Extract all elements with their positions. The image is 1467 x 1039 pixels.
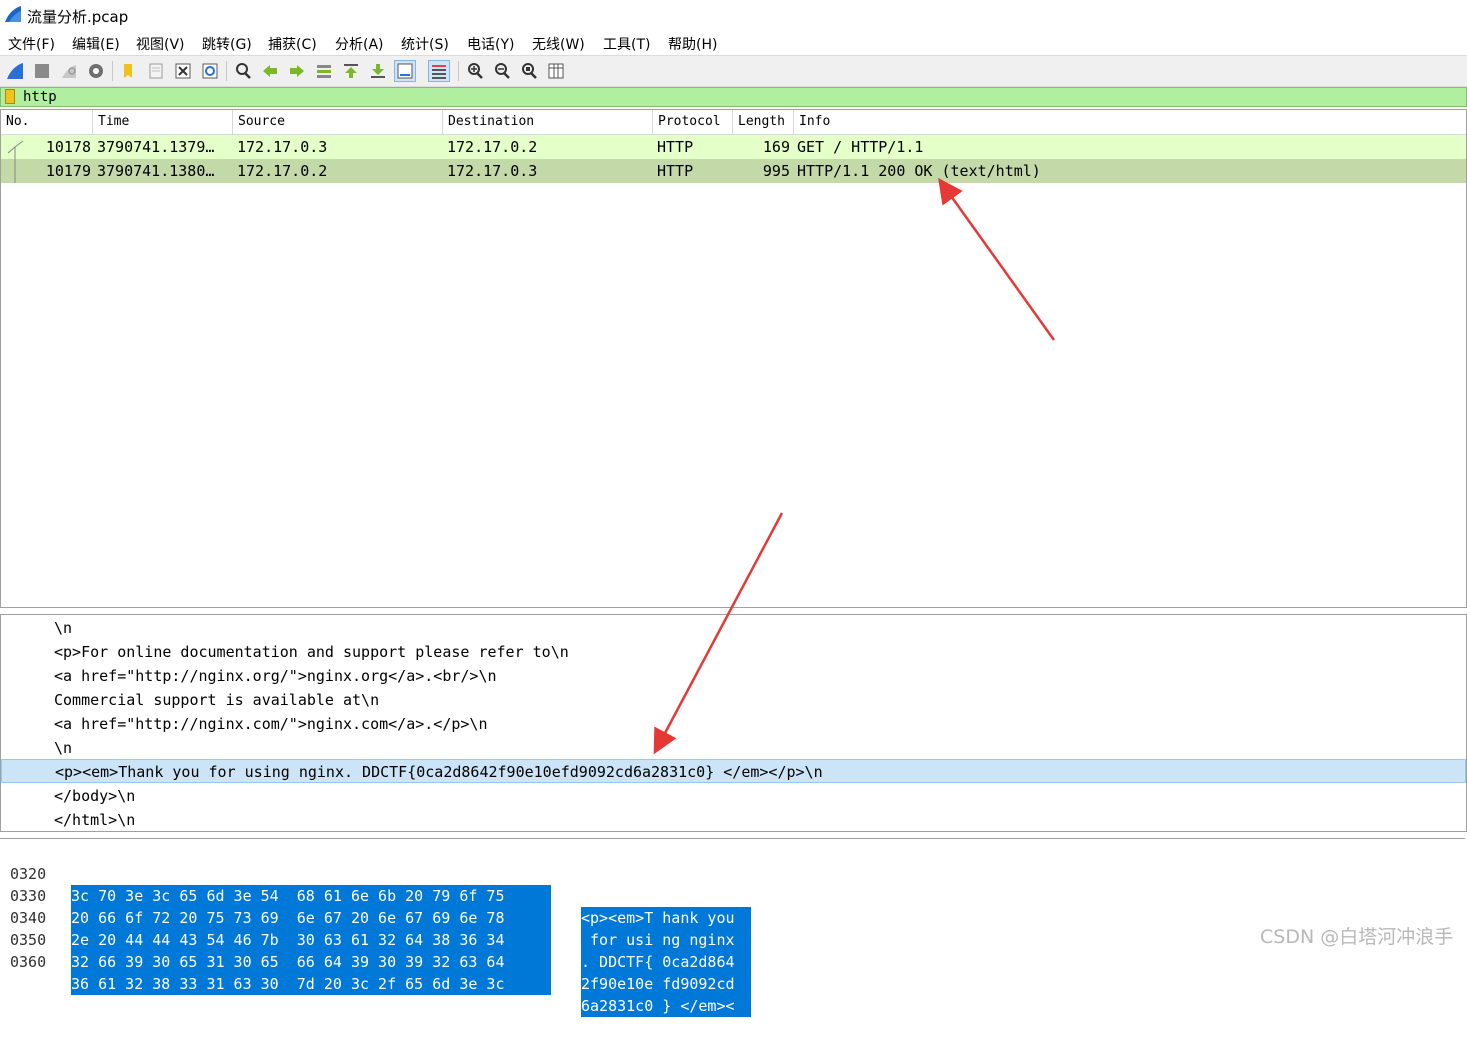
byte-offset: 0360 <box>10 953 47 971</box>
column-header-no[interactable]: No. <box>1 110 93 134</box>
save-file-icon[interactable] <box>145 60 167 82</box>
cell-source: 172.17.0.2 <box>237 162 328 180</box>
find-packet-icon[interactable] <box>232 60 254 82</box>
packet-row-selected[interactable]: 10179 3790741.1380… 172.17.0.2 172.17.0.… <box>1 159 1466 183</box>
cell-time: 3790741.1380… <box>97 162 215 180</box>
detail-line[interactable]: <a href="http://nginx.org/">nginx.org</a… <box>1 664 1466 688</box>
detail-line[interactable]: \n <box>1 616 1466 640</box>
stop-capture-icon[interactable] <box>31 60 53 82</box>
menu-wireless[interactable]: 无线(W) <box>532 34 585 54</box>
title-bar: 流量分析.pcap <box>0 0 1467 30</box>
menu-statistics[interactable]: 统计(S) <box>401 34 449 54</box>
cell-length: 995 <box>762 162 790 180</box>
shark-fin-start-icon[interactable] <box>4 60 26 82</box>
column-header-time[interactable]: Time <box>93 110 233 134</box>
reload-file-icon[interactable] <box>199 60 221 82</box>
byte-hex[interactable]: 36 61 32 38 33 31 63 30 7d 20 3c 2f 65 6… <box>71 973 551 995</box>
toolbar-separator <box>112 61 113 81</box>
go-forward-icon[interactable] <box>286 60 308 82</box>
byte-row[interactable]: 0330 20 66 6f 72 20 75 73 69 6e 67 20 6e… <box>0 863 1000 951</box>
cell-no: 10178 <box>45 138 91 156</box>
cell-time: 3790741.1379… <box>97 138 215 156</box>
byte-ascii[interactable]: 2f90e10e fd9092cd <box>581 973 751 995</box>
detail-line[interactable]: Commercial support is available at\n <box>1 688 1466 712</box>
byte-row[interactable]: 0360 36 61 32 38 33 31 63 30 7d 20 3c 2f… <box>0 929 1000 1017</box>
packet-details-pane[interactable]: \n <p>For online documentation and suppo… <box>0 614 1467 832</box>
menu-help[interactable]: 帮助(H) <box>668 34 717 54</box>
toolbar-separator <box>458 61 459 81</box>
menu-view[interactable]: 视图(V) <box>136 34 185 54</box>
bookmark-icon[interactable] <box>5 89 15 104</box>
go-to-packet-icon[interactable] <box>313 60 335 82</box>
zoom-in-icon[interactable] <box>464 60 486 82</box>
menu-capture[interactable]: 捕获(C) <box>268 34 317 54</box>
cell-protocol: HTTP <box>657 162 694 180</box>
cell-source: 172.17.0.3 <box>237 138 328 156</box>
detail-line-selected[interactable]: <p><em>Thank you for using nginx. DDCTF{… <box>1 759 1466 783</box>
menu-analyze[interactable]: 分析(A) <box>335 34 384 54</box>
column-header-info[interactable]: Info <box>794 110 1466 134</box>
go-last-packet-icon[interactable] <box>367 60 389 82</box>
column-header-protocol[interactable]: Protocol <box>653 110 733 134</box>
byte-row[interactable]: 0320 3c 70 3e 3c 65 6d 3e 54 68 61 6e 6b… <box>0 841 1000 929</box>
menu-tools[interactable]: 工具(T) <box>603 34 650 54</box>
normal-size-icon[interactable] <box>518 60 540 82</box>
packet-list-pane[interactable]: No. Time Source Destination Protocol Len… <box>0 109 1467 608</box>
byte-row[interactable]: 0350 32 66 39 30 65 31 30 65 66 64 39 30… <box>0 907 1000 995</box>
colorize-icon[interactable] <box>428 60 450 82</box>
menu-go[interactable]: 跳转(G) <box>202 34 252 54</box>
capture-options-icon[interactable] <box>85 60 107 82</box>
column-header-source[interactable]: Source <box>233 110 443 134</box>
byte-hex[interactable]: 32 66 39 30 65 31 30 65 66 64 39 30 39 3… <box>71 951 551 973</box>
byte-ascii[interactable]: 6a2831c0 } </em>< <box>581 995 751 1017</box>
open-file-icon[interactable] <box>118 60 140 82</box>
restart-capture-icon[interactable] <box>58 60 80 82</box>
cell-length: 169 <box>762 138 790 156</box>
toolbar-separator <box>226 61 227 81</box>
close-file-icon[interactable] <box>172 60 194 82</box>
menu-edit[interactable]: 编辑(E) <box>72 34 120 54</box>
menu-telephony[interactable]: 电话(Y) <box>467 34 514 54</box>
related-packet-icon <box>7 140 24 159</box>
go-back-icon[interactable] <box>259 60 281 82</box>
display-filter-bar <box>0 87 1467 107</box>
detail-line[interactable]: <a href="http://nginx.com/">nginx.com</a… <box>1 712 1466 736</box>
auto-scroll-icon[interactable] <box>394 60 416 82</box>
watermark: CSDN @白塔河冲浪手 <box>1260 926 1454 948</box>
cell-destination: 172.17.0.3 <box>447 162 538 180</box>
cell-info: GET / HTTP/1.1 <box>797 138 924 156</box>
cell-info: HTTP/1.1 200 OK (text/html) <box>797 162 1041 180</box>
packet-row[interactable]: 10178 3790741.1379… 172.17.0.3 172.17.0.… <box>1 135 1466 159</box>
menu-bar: 文件(F) 编辑(E) 视图(V) 跳转(G) 捕获(C) 分析(A) 统计(S… <box>0 30 1467 54</box>
window-title: 流量分析.pcap <box>27 8 129 26</box>
wireshark-logo-icon <box>5 6 21 22</box>
packet-bytes-pane[interactable]: 0320 3c 70 3e 3c 65 6d 3e 54 68 61 6e 6b… <box>0 838 1465 1017</box>
detail-line[interactable]: <p>For online documentation and support … <box>1 640 1466 664</box>
display-filter-input[interactable] <box>23 88 1423 106</box>
go-first-packet-icon[interactable] <box>340 60 362 82</box>
cell-protocol: HTTP <box>657 138 694 156</box>
detail-line[interactable]: \n <box>1 736 1466 760</box>
zoom-out-icon[interactable] <box>491 60 513 82</box>
column-header-destination[interactable]: Destination <box>443 110 653 134</box>
detail-line[interactable]: </body>\n <box>1 784 1466 808</box>
resize-columns-icon[interactable] <box>545 60 567 82</box>
main-toolbar <box>0 55 1467 87</box>
byte-ascii[interactable]: . DDCTF{ 0ca2d864 <box>581 951 751 973</box>
related-packet-icon <box>14 159 16 183</box>
column-header-length[interactable]: Length <box>733 110 794 134</box>
cell-destination: 172.17.0.2 <box>447 138 538 156</box>
byte-row[interactable]: 0340 2e 20 44 44 43 54 46 7b 30 63 61 32… <box>0 885 1000 973</box>
menu-file[interactable]: 文件(F) <box>8 34 55 54</box>
cell-no: 10179 <box>45 162 91 180</box>
packet-list-header: No. Time Source Destination Protocol Len… <box>1 110 1466 135</box>
detail-line[interactable]: </html>\n <box>1 808 1466 832</box>
